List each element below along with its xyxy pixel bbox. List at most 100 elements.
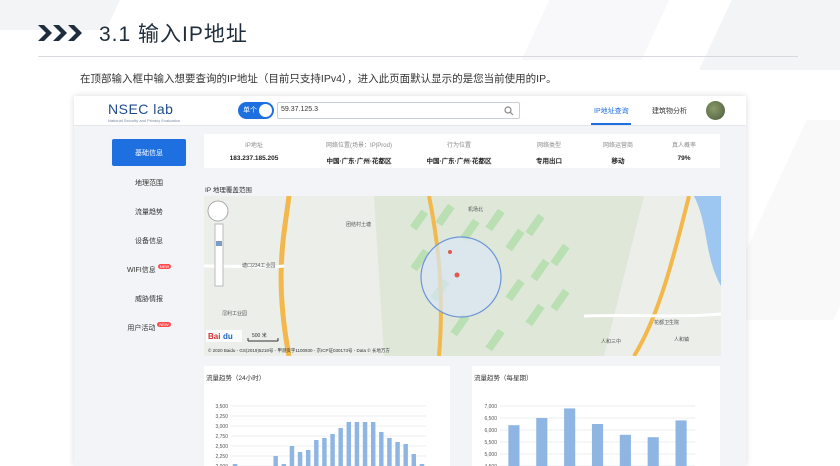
- info-label: 网络类型: [536, 143, 561, 149]
- bar[interactable]: [403, 444, 408, 466]
- chart-card-weekly: 流量趋势（每星期） 7,0006,5006,0005,5005,0004,500: [472, 366, 720, 466]
- map-label-hospital: 花都卫生院: [654, 320, 680, 326]
- sidebar: 基础信息 地理范围 流量趋势 设备信息 WIFI信息 NEW 威胁情报 用户活动 N…: [112, 139, 186, 342]
- map-label-school: 人和三中: [601, 339, 622, 345]
- tab-ip-query[interactable]: IP地址查询: [594, 106, 629, 116]
- toggle-knob: [259, 104, 272, 117]
- bar[interactable]: [508, 425, 520, 466]
- logo-subtitle: National Security and Privacy Evaluation: [108, 118, 181, 123]
- new-badge: NEW: [157, 264, 172, 269]
- top-bar: NSEC lab National Security and Privacy E…: [74, 96, 746, 126]
- map-scale: 500 米: [252, 333, 267, 339]
- slide-header: 3.1 输入IP地址: [38, 18, 248, 48]
- bar[interactable]: [314, 440, 319, 466]
- bar[interactable]: [536, 418, 548, 466]
- bar[interactable]: [675, 420, 687, 466]
- bar[interactable]: [387, 438, 392, 466]
- background-shape: [699, 0, 840, 70]
- bar[interactable]: [362, 422, 368, 466]
- sidebar-item-label: 基础信息: [135, 149, 163, 157]
- map-label-town: 人和镇: [674, 337, 690, 343]
- info-value: 移动: [611, 158, 625, 165]
- title-divider: [38, 56, 798, 57]
- chevron-icon: [38, 25, 83, 41]
- bar[interactable]: [289, 446, 295, 466]
- bar[interactable]: [647, 437, 659, 466]
- y-tick-label: 6,500: [484, 416, 497, 422]
- basic-info-card: IP地址 183.237.185.205 网络位置(场景：IP|Prod) 中国…: [204, 134, 720, 168]
- info-human-probability: 真人概率 79%: [654, 140, 714, 162]
- map-title: IP 地理覆盖范围: [205, 187, 252, 194]
- info-value: 专用出口: [536, 158, 562, 165]
- mode-toggle[interactable]: 单个: [238, 102, 274, 119]
- bar[interactable]: [379, 432, 384, 466]
- info-ip: IP地址 183.237.185.205: [214, 140, 294, 162]
- y-tick-label: 6,000: [484, 428, 497, 434]
- bar[interactable]: [370, 422, 376, 466]
- bar[interactable]: [297, 452, 303, 466]
- info-value: 中国·广东·广州·花都区: [426, 158, 492, 165]
- sidebar-item-user-activity[interactable]: 用户活动 NEW: [112, 313, 186, 342]
- y-tick-label: 7,000: [484, 404, 497, 410]
- sidebar-item-wifi-info[interactable]: WIFI信息 NEW: [112, 255, 186, 284]
- bar[interactable]: [591, 424, 604, 466]
- y-tick-label: 2,750: [215, 434, 228, 440]
- info-label: IP地址: [245, 143, 263, 149]
- search-icon[interactable]: [504, 106, 514, 116]
- sidebar-item-label: 设备信息: [135, 237, 163, 245]
- info-value: 183.237.185.205: [229, 155, 279, 162]
- bar[interactable]: [564, 408, 576, 466]
- bar[interactable]: [346, 422, 352, 466]
- slide-description: 在顶部输入框中输入想要查询的IP地址（目前只支持IPv4），进入此页面默认显示的…: [80, 73, 557, 85]
- sidebar-item-device-info[interactable]: 设备信息: [112, 226, 186, 255]
- bar[interactable]: [619, 434, 631, 466]
- tab-building-analysis[interactable]: 建筑物分析: [652, 106, 687, 116]
- map-copyright: © 2020 Baidu - GS(2019)5218号 - 甲测资字11009…: [208, 348, 390, 353]
- y-tick-label: 3,250: [215, 414, 228, 420]
- sidebar-item-label: 流量趋势: [135, 208, 163, 216]
- info-value: 79%: [677, 155, 691, 162]
- sidebar-item-label: 威胁情报: [135, 295, 163, 303]
- chart-hourly: 3,5003,2503,0002,7502,5002,2502,000: [215, 404, 426, 466]
- new-badge: NEW: [157, 322, 171, 327]
- active-tab-indicator: [591, 123, 631, 125]
- info-isp: 网络运营商 移动: [588, 140, 648, 165]
- app-screenshot: NSEC lab National Security and Privacy E…: [74, 96, 746, 466]
- bar[interactable]: [273, 456, 278, 466]
- info-network-type: 网络类型 专用出口: [514, 140, 584, 165]
- sidebar-item-threat-intel[interactable]: 威胁情报: [112, 284, 186, 313]
- info-behavior-location: 行为位置 中国·广东·广州·花都区: [414, 140, 504, 165]
- y-tick-label: 3,000: [215, 424, 228, 430]
- slide-title: 3.1 输入IP地址: [99, 23, 248, 46]
- bar[interactable]: [305, 450, 311, 466]
- background-shape: [521, 0, 679, 60]
- y-tick-label: 5,000: [484, 452, 497, 458]
- bar[interactable]: [322, 438, 327, 466]
- y-tick-label: 5,500: [484, 440, 497, 446]
- bar[interactable]: [354, 422, 360, 466]
- logo-text: NSEC lab: [108, 101, 174, 117]
- map-label-industrial-park: 滘利工业园: [222, 311, 248, 317]
- bar[interactable]: [395, 442, 400, 466]
- info-value: 中国·广东·广州·花都区: [326, 158, 392, 165]
- y-tick-label: 2,250: [215, 454, 228, 460]
- sidebar-item-label: 用户活动: [127, 324, 156, 332]
- svg-text:Bai: Bai: [208, 332, 220, 341]
- svg-text:du: du: [223, 332, 233, 341]
- slide: 3.1 输入IP地址 在顶部输入框中输入想要查询的IP地址（目前只支持IPv4）…: [0, 0, 840, 466]
- logo[interactable]: NSEC lab National Security and Privacy E…: [108, 101, 180, 123]
- search-input[interactable]: 59.37.125.3: [277, 102, 520, 119]
- sidebar-item-label: 地理范围: [135, 179, 163, 187]
- sidebar-item-geo-range[interactable]: 地理范围: [112, 168, 186, 197]
- bar[interactable]: [338, 428, 343, 466]
- bar[interactable]: [330, 434, 335, 466]
- map-canvas: Bai du: [204, 196, 721, 356]
- bar[interactable]: [411, 454, 417, 466]
- map-view[interactable]: Bai du 团结村土塘 机场北 塘口234工业园 滘利工业园 花都卫生院 人和…: [204, 196, 721, 356]
- sidebar-item-traffic-trend[interactable]: 流量趋势: [112, 197, 186, 226]
- avatar[interactable]: [706, 101, 725, 120]
- info-network-location: 网络位置(场景：IP|Prod) 中国·广东·广州·花都区: [304, 140, 414, 165]
- sidebar-item-basic-info[interactable]: 基础信息: [112, 139, 186, 166]
- map-label-industrial-park: 塘口234工业园: [242, 263, 276, 269]
- sidebar-item-label: WIFI信息: [126, 266, 156, 274]
